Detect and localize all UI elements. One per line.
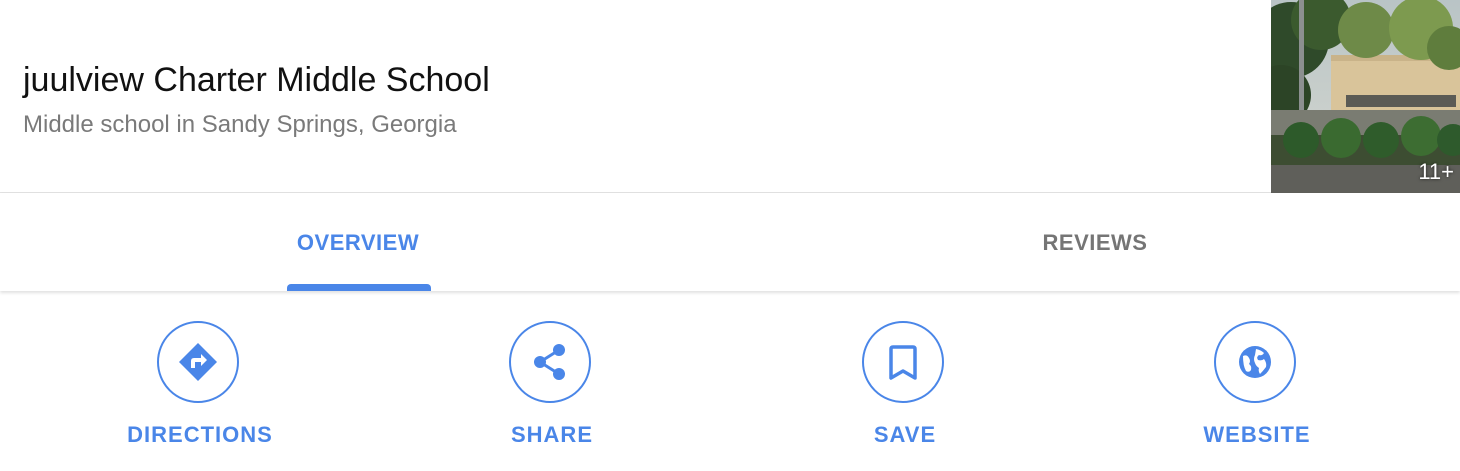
bookmark-icon [889, 345, 917, 380]
tab-reviews-label: REVIEWS [1042, 230, 1148, 255]
place-header: juulview Charter Middle School Middle sc… [0, 0, 1460, 193]
website-label: WEBSITE [1203, 422, 1311, 447]
photo-count: 11+ [1418, 159, 1454, 184]
share-label: SHARE [510, 422, 593, 447]
share-button[interactable]: SHARE [432, 291, 672, 471]
action-buttons: DIRECTIONS SHARE SAVE WEBSITE [0, 291, 1460, 471]
place-header-text: juulview Charter Middle School Middle sc… [23, 60, 490, 140]
active-tab-indicator [287, 284, 431, 291]
globe-icon [1239, 346, 1271, 378]
directions-button[interactable]: DIRECTIONS [80, 291, 320, 471]
directions-circle [157, 321, 239, 403]
save-circle [862, 321, 944, 403]
website-circle [1214, 321, 1296, 403]
save-label: SAVE [873, 422, 937, 447]
share-circle [509, 321, 591, 403]
website-button[interactable]: WEBSITE [1137, 291, 1377, 471]
place-title: juulview Charter Middle School [23, 61, 490, 99]
tab-overview[interactable]: OVERVIEW [0, 193, 730, 291]
save-button[interactable]: SAVE [785, 291, 1025, 471]
tab-bar: OVERVIEW REVIEWS [0, 193, 1460, 291]
place-photo-thumbnail[interactable]: 11+ [1271, 0, 1460, 193]
tab-overview-label: OVERVIEW [296, 230, 420, 255]
directions-label: DIRECTIONS [127, 422, 273, 447]
place-subtitle: Middle school in Sandy Springs, Georgia [23, 111, 457, 138]
share-icon [534, 344, 565, 380]
tab-reviews[interactable]: REVIEWS [730, 193, 1460, 291]
directions-icon [179, 343, 217, 381]
